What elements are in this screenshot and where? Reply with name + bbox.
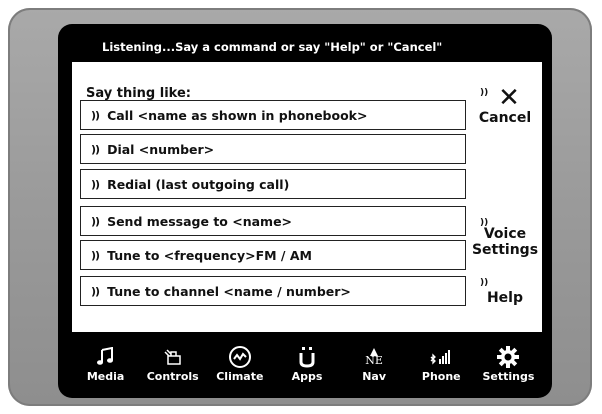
touchscreen: Listening...Say a command or say "Help" … [72, 32, 542, 386]
voice-icon: )) [91, 108, 100, 122]
command-label: Tune to channel <name / number> [107, 283, 351, 299]
phone-signal-icon [428, 344, 454, 370]
nav-nav[interactable]: NE Nav [341, 332, 408, 386]
command-tune-frequency[interactable]: )) Tune to <frequency>FM / AM [80, 240, 466, 270]
nav-controls-label: Controls [146, 370, 199, 383]
voice-icon: )) [91, 177, 100, 191]
bottom-nav-bar: Media Controls Climate Apps NE Nav Phone… [72, 332, 542, 386]
command-label: Redial (last outgoing call) [107, 176, 290, 192]
command-call[interactable]: )) Call <name as shown in phonebook> [80, 100, 466, 130]
nav-phone[interactable]: Phone [408, 332, 475, 386]
climate-icon [228, 344, 252, 370]
voice-icon: )) [91, 248, 100, 262]
voice-icon: )) [91, 214, 100, 228]
help-button[interactable]: )) Help [468, 278, 542, 308]
compass-heading: NE [365, 354, 383, 367]
cancel-label: Cancel [478, 110, 532, 126]
nav-climate[interactable]: Climate [206, 332, 273, 386]
command-tune-channel[interactable]: )) Tune to channel <name / number> [80, 276, 466, 306]
cancel-button[interactable]: )) ✕ Cancel [468, 85, 542, 140]
nav-apps[interactable]: Apps [273, 332, 340, 386]
command-label: Tune to <frequency>FM / AM [107, 247, 312, 263]
nav-climate-label: Climate [216, 370, 264, 383]
nav-controls[interactable]: Controls [139, 332, 206, 386]
say-title: Say thing like: [86, 86, 191, 101]
command-send-message[interactable]: )) Send message to <name> [80, 206, 466, 236]
nav-settings[interactable]: Settings [475, 332, 542, 386]
command-dial[interactable]: )) Dial <number> [80, 134, 466, 164]
apps-icon [298, 344, 316, 370]
controls-icon [162, 344, 184, 370]
listening-bar: Listening...Say a command or say "Help" … [72, 32, 542, 62]
nav-apps-label: Apps [291, 370, 323, 383]
voice-settings-label-2: Settings [471, 242, 539, 258]
voice-icon: )) [91, 142, 100, 156]
voice-wave-icon: )) [480, 88, 489, 98]
listening-prompt: Listening...Say a command or say "Help" … [102, 40, 443, 54]
command-label: Send message to <name> [107, 213, 293, 229]
voice-wave-icon: )) [480, 218, 489, 228]
compass-icon: NE [365, 344, 383, 370]
nav-settings-label: Settings [482, 370, 535, 383]
voice-settings-button[interactable]: )) Voice Settings [468, 218, 542, 262]
command-label: Call <name as shown in phonebook> [107, 107, 368, 123]
voice-wave-icon: )) [480, 278, 489, 288]
nav-phone-label: Phone [421, 370, 461, 383]
nav-media-label: Media [86, 370, 125, 383]
voice-icon: )) [91, 284, 100, 298]
gear-icon [496, 344, 520, 370]
nav-media[interactable]: Media [72, 332, 139, 386]
voice-settings-label-1: Voice [483, 226, 527, 242]
help-label: Help [486, 290, 524, 306]
nav-nav-label: Nav [362, 370, 387, 383]
music-note-icon [96, 344, 116, 370]
command-redial[interactable]: )) Redial (last outgoing call) [80, 169, 466, 199]
command-label: Dial <number> [107, 141, 215, 157]
